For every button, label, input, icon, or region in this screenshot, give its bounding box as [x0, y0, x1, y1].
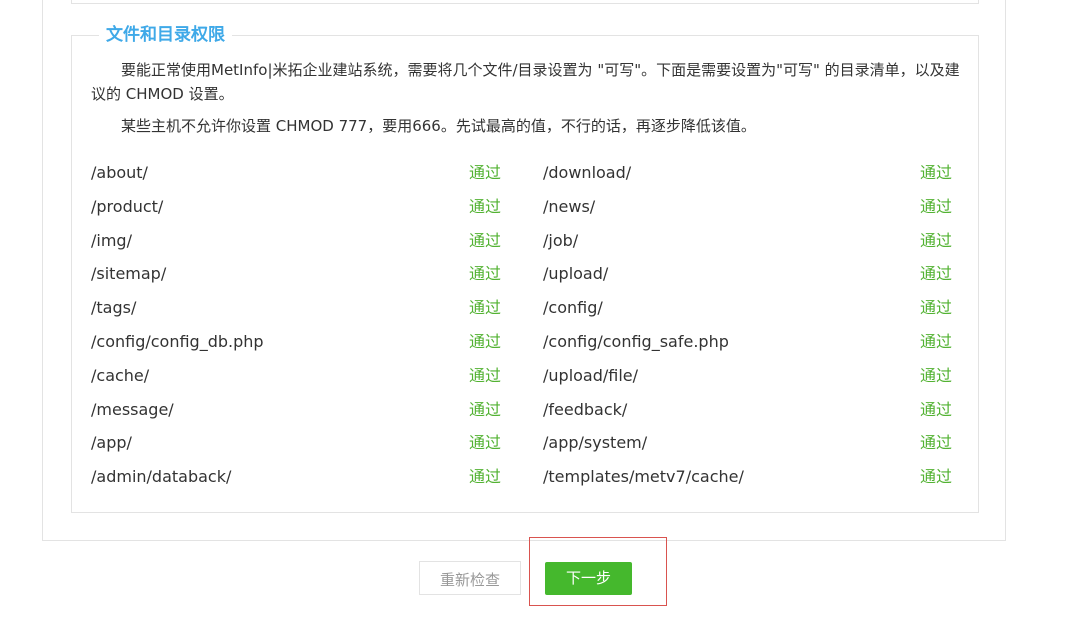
directory-path: /about/ — [91, 163, 148, 182]
directory-path: /cache/ — [91, 365, 150, 385]
directory-path: /admin/databack/ — [91, 467, 232, 487]
table-row: /message/ 通过 /feedback/ 通过 — [91, 393, 963, 427]
description-text: 要能正常使用MetInfo|米拓企业建站系统，需要将几个文件/目录设置为 "可写… — [91, 61, 960, 103]
table-row: /cache/ 通过 /upload/file/ 通过 — [91, 359, 963, 393]
directory-path: /tags/ — [91, 298, 137, 318]
status-pass: 通过 — [920, 399, 953, 419]
status-pass: 通过 — [469, 399, 502, 419]
status-pass: 通过 — [920, 196, 953, 216]
directory-path: /feedback/ — [543, 399, 628, 419]
status-pass: 通过 — [920, 298, 953, 318]
directory-path: /sitemap/ — [91, 264, 167, 284]
directory-path: /app/system/ — [543, 433, 648, 453]
directory-path: /config/ — [543, 298, 603, 318]
directory-path: /job/ — [543, 230, 579, 250]
directory-path: /config/config_safe.php — [543, 331, 729, 351]
status-pass: 通过 — [920, 163, 953, 182]
status-pass: 通过 — [469, 365, 502, 385]
directory-path: /news/ — [543, 196, 596, 216]
status-pass: 通过 — [920, 230, 953, 250]
directory-path: /upload/ — [543, 264, 609, 284]
directory-path: /templates/metv7/cache/ — [543, 467, 744, 487]
status-pass: 通过 — [920, 331, 953, 351]
table-row: /img/ 通过 /job/ 通过 — [91, 224, 963, 258]
section-title: 文件和目录权限 — [99, 24, 232, 46]
status-pass: 通过 — [469, 196, 502, 216]
directory-path: /download/ — [543, 163, 632, 182]
table-row: /config/config_db.php 通过 /config/config_… — [91, 325, 963, 359]
status-pass: 通过 — [920, 264, 953, 284]
status-pass: 通过 — [469, 433, 502, 453]
status-pass: 通过 — [469, 298, 502, 318]
directory-path: /img/ — [91, 230, 132, 250]
status-pass: 通过 — [920, 433, 953, 453]
directory-path: /product/ — [91, 196, 164, 216]
recheck-button[interactable]: 重新检查 — [419, 561, 521, 595]
description-note: 某些主机不允许你设置 CHMOD 777，要用666。先试最高的值，不行的话，再… — [121, 117, 756, 135]
status-pass: 通过 — [469, 467, 502, 487]
table-row: /about/ 通过 /download/ 通过 — [91, 156, 963, 190]
status-pass: 通过 — [469, 331, 502, 351]
table-row: /admin/databack/ 通过 /templates/metv7/cac… — [91, 460, 963, 494]
install-page: 文件和目录权限 要能正常使用MetInfo|米拓企业建站系统，需要将几个文件/目… — [0, 0, 1080, 627]
table-row: /tags/ 通过 /config/ 通过 — [91, 291, 963, 325]
table-row: /product/ 通过 /news/ 通过 — [91, 190, 963, 224]
directory-path: /config/config_db.php — [91, 331, 264, 351]
directory-path: /message/ — [91, 399, 174, 419]
status-pass: 通过 — [469, 163, 502, 182]
next-step-button[interactable]: 下一步 — [545, 562, 632, 595]
section-description: 要能正常使用MetInfo|米拓企业建站系统，需要将几个文件/目录设置为 "可写… — [91, 58, 971, 138]
permission-table: /about/ 通过 /download/ 通过 /product/ 通过 /n… — [91, 156, 963, 494]
directory-path: /app/ — [91, 433, 132, 453]
status-pass: 通过 — [469, 230, 502, 250]
previous-section-box — [71, 0, 979, 4]
status-pass: 通过 — [469, 264, 502, 284]
status-pass: 通过 — [920, 467, 953, 487]
table-row: /app/ 通过 /app/system/ 通过 — [91, 426, 963, 460]
status-pass: 通过 — [920, 365, 953, 385]
table-row: /sitemap/ 通过 /upload/ 通过 — [91, 257, 963, 291]
directory-path: /upload/file/ — [543, 365, 639, 385]
